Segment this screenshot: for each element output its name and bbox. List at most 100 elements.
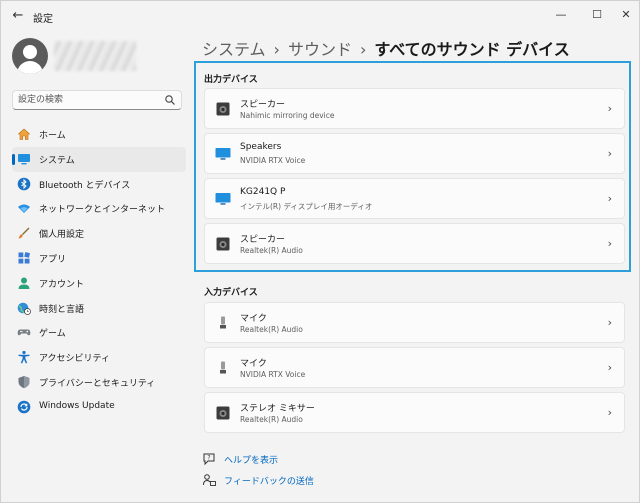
output-devices-heading: 出力デバイス [204, 75, 258, 85]
back-button[interactable]: ← [9, 7, 27, 25]
device-name: ステレオ ミキサー [240, 404, 315, 414]
sidebar-item-system[interactable]: システム [12, 146, 186, 172]
breadcrumb: システム › サウンド › すべてのサウンド デバイス [202, 36, 570, 60]
device-driver: Realtek(R) Audio [240, 325, 303, 334]
sidebar-item-apps[interactable]: アプリ [12, 246, 186, 271]
device-name: Speakers [240, 142, 282, 152]
display-icon [18, 153, 30, 165]
sidebar-nav: ホーム システム Bluetooth とデバイス ネットワークとインターネット [12, 122, 186, 420]
input-device-card[interactable]: ステレオ ミキサー Realtek(R) Audio › [204, 392, 625, 433]
wifi-icon [18, 204, 30, 214]
help-icon: ? [203, 453, 215, 466]
svg-text:?: ? [207, 455, 210, 462]
page-title: すべてのサウンド デバイス [374, 40, 570, 59]
avatar-head [23, 45, 37, 59]
sidebar-item-windows-update[interactable]: Windows Update [12, 395, 186, 420]
input-device-card[interactable]: マイク NVIDIA RTX Voice › [204, 347, 625, 388]
sidebar-item-privacy-security[interactable]: プライバシーとセキュリティ [12, 370, 186, 395]
device-name: スピーカー [240, 235, 286, 245]
output-device-card[interactable]: スピーカー Nahimic mirroring device › [204, 88, 625, 129]
device-driver: インテル(R) ディスプレイ用オーディオ [240, 202, 373, 211]
minimize-button[interactable]: — [550, 5, 572, 25]
person-icon [18, 277, 30, 289]
device-driver: NVIDIA RTX Voice [240, 370, 306, 379]
device-driver: Realtek(R) Audio [240, 415, 303, 424]
chevron-right-icon: › [607, 192, 612, 205]
breadcrumb-separator: › [273, 40, 280, 59]
output-device-card[interactable]: スピーカー Realtek(R) Audio › [204, 223, 625, 264]
microphone-icon [220, 361, 226, 374]
apps-icon [18, 252, 30, 264]
input-devices-heading: 入力デバイス [204, 288, 258, 298]
breadcrumb-system[interactable]: システム [202, 40, 266, 59]
search-icon[interactable] [164, 94, 176, 106]
monitor-icon [215, 193, 231, 205]
sidebar-item-label: アクセシビリティ [39, 354, 111, 365]
sidebar-item-label: システム [39, 155, 75, 166]
brush-icon [18, 227, 30, 239]
search-input[interactable] [18, 93, 158, 107]
breadcrumb-sound[interactable]: サウンド [288, 40, 352, 59]
help-link[interactable]: ヘルプを表示 [224, 453, 278, 466]
device-driver: Nahimic mirroring device [240, 111, 335, 120]
app-title: 設定 [33, 14, 53, 25]
breadcrumb-separator: › [359, 40, 367, 59]
sidebar-item-label: プライバシーとセキュリティ [39, 378, 156, 389]
device-driver: NVIDIA RTX Voice [240, 156, 306, 165]
sidebar-item-label: ホーム [39, 131, 66, 141]
maximize-button[interactable]: ☐ [586, 5, 608, 25]
feedback-icon [203, 474, 216, 486]
sidebar-item-personalization[interactable]: 個人用設定 [12, 221, 186, 246]
avatar[interactable] [12, 38, 48, 74]
windows-update-icon [17, 400, 31, 414]
sidebar-item-label: Windows Update [39, 400, 115, 411]
device-name: マイク [240, 359, 267, 369]
speaker-icon [216, 102, 230, 116]
input-device-card[interactable]: マイク Realtek(R) Audio › [204, 302, 625, 343]
username-obscured [54, 41, 136, 71]
sidebar-item-label: ネットワークとインターネット [39, 205, 166, 216]
shield-icon [18, 375, 30, 389]
chevron-right-icon: › [607, 102, 612, 115]
close-button[interactable]: ✕ [615, 5, 637, 25]
sidebar-item-label: 個人用設定 [39, 230, 85, 241]
sidebar-item-home[interactable]: ホーム [12, 122, 186, 147]
device-name: KG241Q P [240, 187, 286, 197]
sidebar-item-label: Bluetooth とデバイス [39, 180, 131, 191]
sidebar-item-network[interactable]: ネットワークとインターネット [12, 196, 186, 221]
sidebar-item-time-language[interactable]: 時刻と言語 [12, 296, 186, 321]
home-icon [17, 128, 31, 140]
monitor-icon [215, 148, 231, 160]
microphone-icon [220, 316, 226, 329]
avatar-body [17, 61, 43, 74]
chevron-right-icon: › [607, 361, 612, 374]
sidebar-item-gaming[interactable]: ゲーム [12, 320, 186, 345]
settings-window: ← 設定 — ☐ ✕ ホーム システム [0, 0, 640, 503]
sidebar-item-label: アプリ [39, 254, 67, 265]
chevron-right-icon: › [607, 316, 612, 329]
globe-clock-icon [17, 302, 31, 315]
sidebar-item-label: アカウント [39, 279, 85, 290]
chevron-right-icon: › [607, 237, 612, 250]
device-driver: Realtek(R) Audio [240, 246, 303, 255]
feedback-link[interactable]: フィードバックの送信 [224, 474, 314, 487]
title-bar: ← 設定 — ☐ ✕ [1, 1, 639, 31]
sidebar-item-bluetooth[interactable]: Bluetooth とデバイス [12, 172, 186, 197]
active-indicator [12, 153, 15, 165]
sidebar-item-label: 時刻と言語 [39, 304, 85, 315]
speaker-icon [216, 406, 230, 420]
sidebar-item-label: ゲーム [39, 329, 66, 340]
device-name: スピーカー [240, 100, 286, 110]
gamepad-icon [17, 329, 31, 336]
accessibility-icon [18, 351, 30, 364]
chevron-right-icon: › [607, 147, 612, 160]
search-box[interactable] [12, 90, 182, 110]
output-device-card[interactable]: Speakers NVIDIA RTX Voice › [204, 133, 625, 174]
output-device-card[interactable]: KG241Q P インテル(R) ディスプレイ用オーディオ › [204, 178, 625, 219]
sidebar-item-accessibility[interactable]: アクセシビリティ [12, 345, 186, 370]
sidebar-item-accounts[interactable]: アカウント [12, 271, 186, 296]
chevron-right-icon: › [607, 406, 612, 419]
speaker-icon [216, 237, 230, 251]
bluetooth-icon [17, 177, 31, 190]
device-name: マイク [240, 314, 267, 324]
